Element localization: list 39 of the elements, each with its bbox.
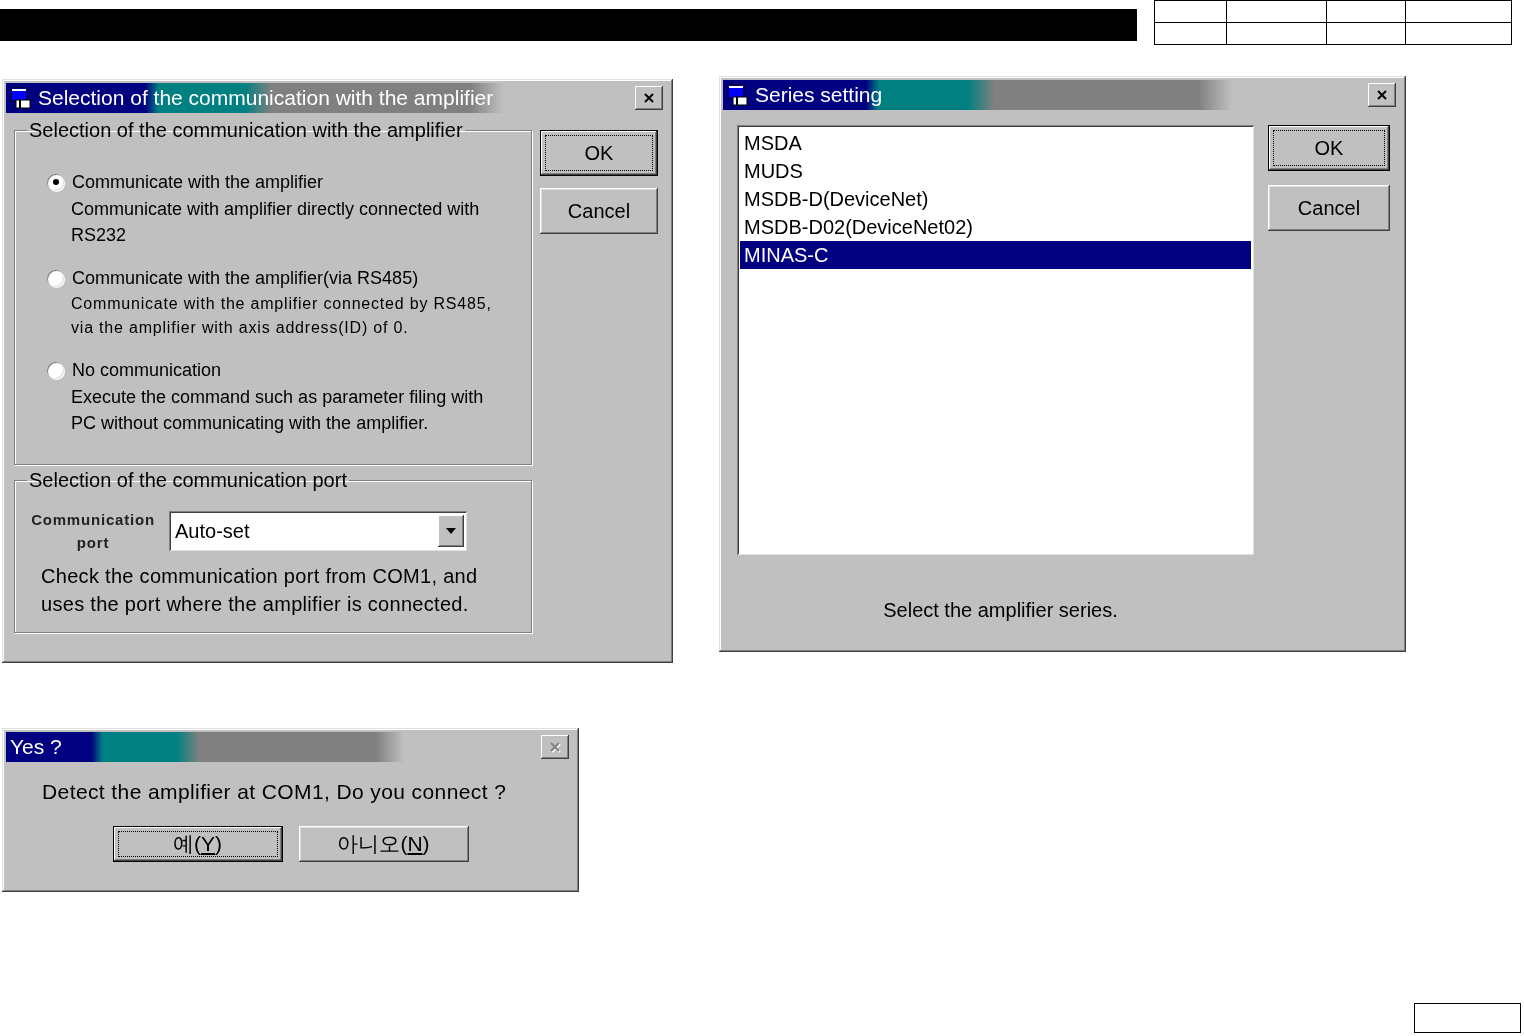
window-title: Selection of the communication with the amplifier — [38, 86, 494, 110]
radio-button[interactable] — [47, 173, 64, 191]
radio-button[interactable] — [47, 269, 64, 287]
dialog-button[interactable]: 아니오(N) — [298, 826, 469, 862]
caret-icon — [445, 527, 457, 535]
list-item[interactable]: MSDB-D(DeviceNet) — [740, 185, 1251, 213]
dialog-button[interactable]: OK — [1268, 125, 1390, 171]
option-description: Communicate with amplifier directly connected with RS232 — [70, 198, 481, 247]
close-icon — [1375, 89, 1389, 101]
group-title: Selection of the communication port — [28, 469, 348, 492]
dialog-button[interactable]: Cancel — [1268, 185, 1390, 231]
dialog-button[interactable]: 예(Y) — [112, 826, 283, 862]
group-title: Selection of the communication with the amplifier — [28, 119, 464, 142]
list-item[interactable]: MSDA — [740, 129, 1251, 157]
window-icon — [10, 87, 32, 109]
option-description: Execute the command such as parameter filing with PC without communicating with the amplifier. — [70, 386, 485, 435]
port-note: Check the communication port from COM1, and uses the port where the amplifier is connected. — [41, 564, 479, 617]
close-icon — [548, 741, 562, 753]
instruction-text: Select the amplifier series. — [882, 599, 1119, 622]
dialog-button[interactable]: OK — [540, 130, 658, 176]
option-label: Communicate with the amplifier — [72, 171, 324, 193]
option-description: Communicate with the amplifier connected by RS485, via the amplifier with axis address(ID) of 0. — [70, 294, 493, 338]
dropdown-button[interactable] — [438, 515, 464, 547]
window-title: Yes ? — [10, 735, 62, 759]
close-button[interactable] — [1368, 83, 1396, 107]
window-icon — [727, 84, 749, 106]
message-text: Detect the amplifier at COM1, Do you connect ? — [42, 780, 508, 804]
window-title: Series setting — [755, 83, 883, 107]
option-label: No communication — [72, 359, 222, 381]
close-icon — [642, 92, 656, 104]
radio-button[interactable] — [47, 361, 64, 379]
option-label: Communicate with the amplifier(via RS485) — [72, 267, 419, 289]
dropdown-field[interactable]: Auto-set — [169, 511, 467, 551]
list-item[interactable]: MSDB-D02(DeviceNet02) — [740, 213, 1251, 241]
close-button[interactable] — [635, 86, 663, 110]
dialog-button[interactable]: Cancel — [540, 188, 658, 234]
list-item[interactable]: MUDS — [740, 157, 1251, 185]
field-label: Communication port — [30, 510, 156, 553]
list-item[interactable]: MINAS-C — [740, 241, 1251, 269]
